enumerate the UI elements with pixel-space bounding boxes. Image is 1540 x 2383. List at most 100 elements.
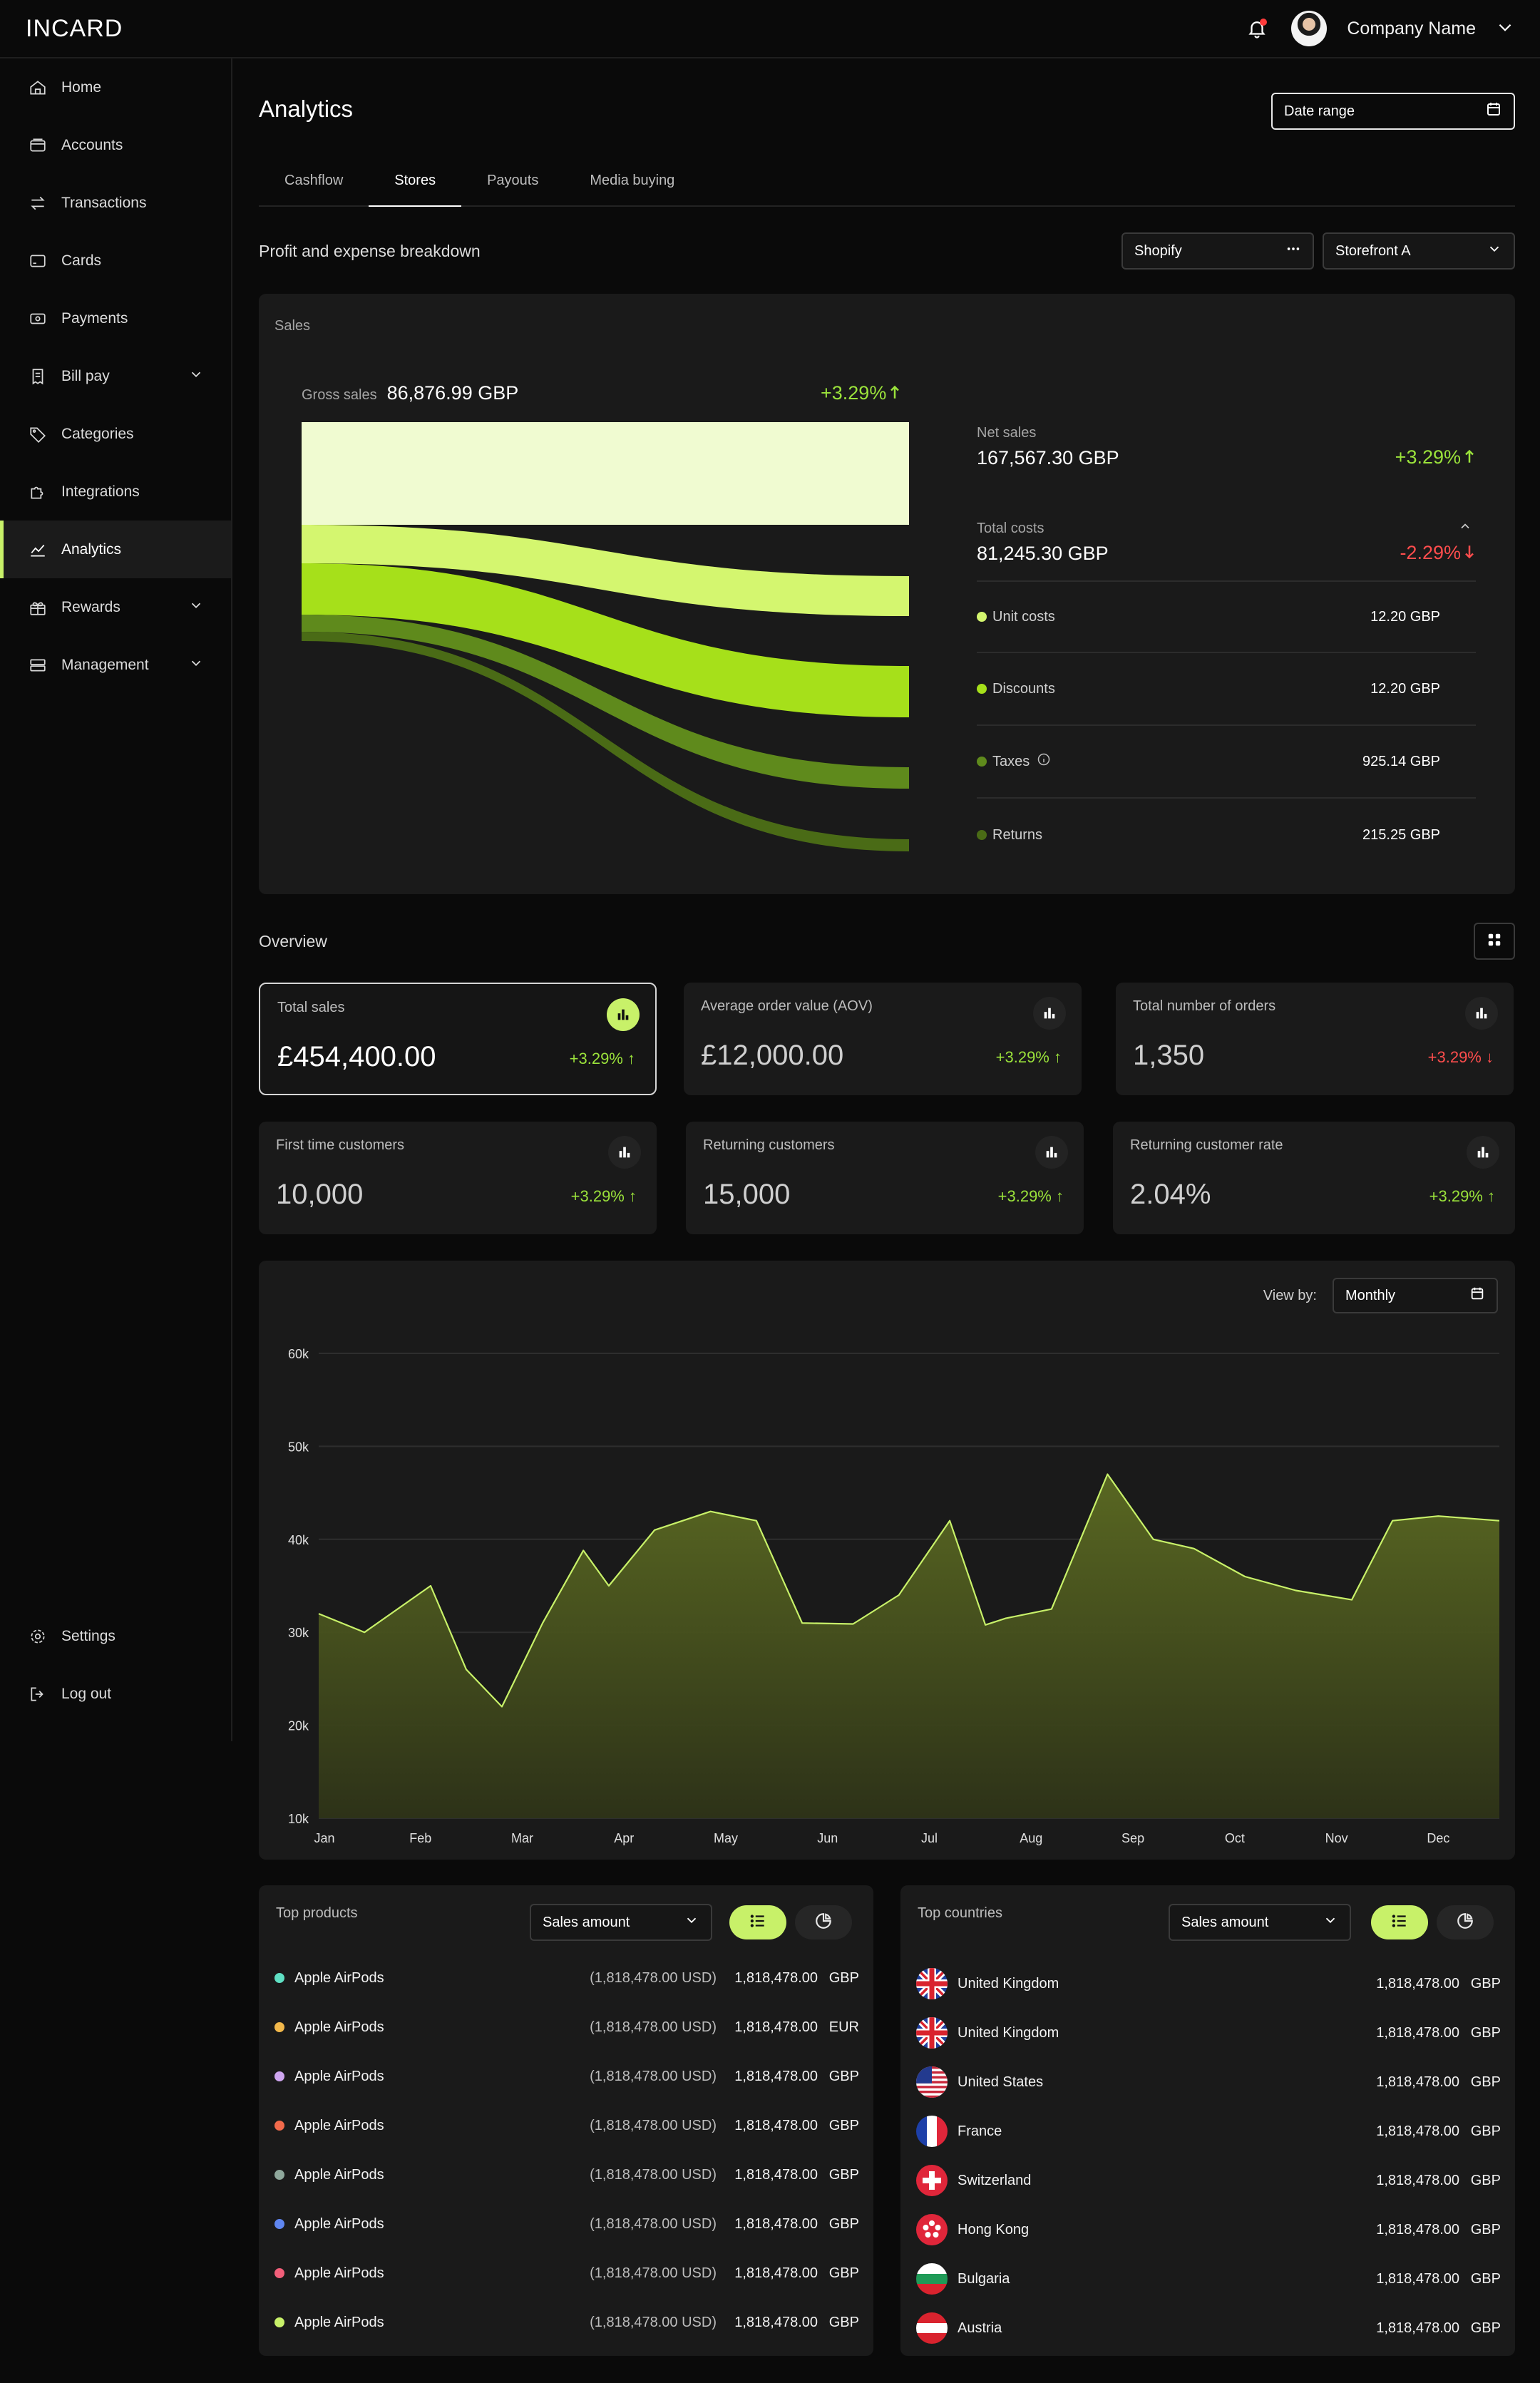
company-name[interactable]: Company Name xyxy=(1347,19,1476,39)
sidebar-item-label: Rewards xyxy=(61,598,120,615)
bar-chart-icon[interactable] xyxy=(1465,997,1498,1030)
chevron-down-icon[interactable] xyxy=(188,655,204,675)
country-row[interactable]: Hong Kong 1,818,478.00 GBP xyxy=(916,2213,1501,2247)
country-row[interactable]: United States 1,818,478.00 GBP xyxy=(916,2065,1501,2099)
sidebar-item-home[interactable]: Home xyxy=(0,58,231,116)
page-title: Analytics xyxy=(259,96,354,122)
product-row[interactable]: Apple AirPods (1,818,478.00 USD) 1,818,478… xyxy=(274,2062,859,2091)
country-row[interactable]: France 1,818,478.00 GBP xyxy=(916,2114,1501,2148)
chevron-down-icon[interactable] xyxy=(188,598,204,617)
top-countries-metric-select[interactable]: Sales amount xyxy=(1169,1904,1351,1941)
sidebar-item-analytics[interactable]: Analytics xyxy=(0,521,231,578)
kpi-change: +3.29% ↑ xyxy=(571,1187,637,1206)
sidebar-item-cards[interactable]: Cards xyxy=(0,232,231,289)
metric-select-value: Sales amount xyxy=(543,1914,630,1930)
uk-flag-icon xyxy=(916,2017,948,2049)
kpi-returning-customers[interactable]: Returning customers 15,000 +3.29% ↑ xyxy=(686,1122,1084,1234)
product-currency: GBP xyxy=(828,2068,859,2084)
product-amount: 1,818,478.00 xyxy=(734,2117,818,2133)
grid-view-button[interactable] xyxy=(1474,923,1515,960)
kpi-value: £454,400.00 xyxy=(277,1041,436,1072)
product-name: Apple AirPods xyxy=(294,2166,384,2183)
sidebar-item-label: Integrations xyxy=(61,483,140,500)
bar-chart-icon[interactable] xyxy=(608,1136,641,1169)
kpi-total-orders[interactable]: Total number of orders 1,350 +3.29% ↓ xyxy=(1116,983,1514,1095)
country-currency: GBP xyxy=(1470,1975,1501,1992)
cost-row-discounts: Discounts 12.20 GBP xyxy=(977,653,1476,726)
total-costs-label: Total costs xyxy=(977,521,1044,536)
date-range-label: Date range xyxy=(1284,103,1355,119)
top-products-metric-select[interactable]: Sales amount xyxy=(530,1904,712,1941)
x-tick-label: Mar xyxy=(511,1831,533,1845)
notification-bell-icon[interactable] xyxy=(1243,14,1271,43)
kpi-label: Average order value (AOV) xyxy=(701,998,873,1014)
country-row[interactable]: Austria 1,818,478.00 GBP xyxy=(916,2311,1501,2345)
arrow-up-icon: ↑ xyxy=(629,1187,637,1205)
pie-view-toggle[interactable] xyxy=(795,1905,852,1939)
kpi-returning-customer-rate[interactable]: Returning customer rate 2.04% +3.29% ↑ xyxy=(1113,1122,1515,1234)
tab-cashflow[interactable]: Cashflow xyxy=(259,165,369,207)
sidebar-item-transactions[interactable]: Transactions xyxy=(0,174,231,232)
sidebar-item-settings[interactable]: Settings xyxy=(0,1607,231,1665)
kpi-first-time-customers[interactable]: First time customers 10,000 +3.29% ↑ xyxy=(259,1122,657,1234)
arrow-up-icon xyxy=(889,382,900,404)
analytics-icon xyxy=(27,539,48,560)
bill-icon xyxy=(27,366,48,387)
product-row[interactable]: Apple AirPods (1,818,478.00 USD) 1,818,478… xyxy=(274,2013,859,2041)
date-range-button[interactable]: Date range xyxy=(1271,93,1515,130)
kpi-total-sales[interactable]: Total sales £454,400.00 +3.29% ↑ xyxy=(259,983,657,1095)
info-icon[interactable] xyxy=(1037,752,1051,771)
product-row[interactable]: Apple AirPods (1,818,478.00 USD) 1,818,478… xyxy=(274,2308,859,2337)
collapse-chevron-up-icon[interactable] xyxy=(1458,519,1472,537)
tab-payouts[interactable]: Payouts xyxy=(461,165,564,207)
kpi-average-order-value[interactable]: Average order value (AOV) £12,000.00 +3.… xyxy=(684,983,1082,1095)
product-usd-value: (1,818,478.00 USD) xyxy=(590,2117,717,2133)
list-view-toggle[interactable] xyxy=(729,1905,786,1939)
avatar[interactable] xyxy=(1291,11,1328,46)
sidebar-item-management[interactable]: Management xyxy=(0,636,231,694)
y-tick-label: 50k xyxy=(288,1440,309,1454)
bar-chart-icon[interactable] xyxy=(1035,1136,1068,1169)
bar-chart-icon[interactable] xyxy=(1467,1136,1499,1169)
sidebar-item-integrations[interactable]: Integrations xyxy=(0,463,231,521)
more-options-icon[interactable] xyxy=(1285,241,1301,261)
chevron-down-icon[interactable] xyxy=(188,367,204,386)
product-row[interactable]: Apple AirPods (1,818,478.00 USD) 1,818,478… xyxy=(274,1964,859,1992)
overview-title: Overview xyxy=(259,931,327,950)
country-row[interactable]: United Kingdom 1,818,478.00 GBP xyxy=(916,2016,1501,2050)
product-amount: 1,818,478.00 xyxy=(734,1969,818,1986)
payments-icon xyxy=(27,308,48,329)
account-chevron-down-icon[interactable] xyxy=(1496,18,1514,40)
sidebar-item-categories[interactable]: Categories xyxy=(0,405,231,463)
sidebar-item-bill-pay[interactable]: Bill pay xyxy=(0,347,231,405)
product-row[interactable]: Apple AirPods (1,818,478.00 USD) 1,818,478… xyxy=(274,2161,859,2189)
pie-view-toggle[interactable] xyxy=(1437,1905,1494,1939)
list-view-toggle[interactable] xyxy=(1371,1905,1428,1939)
tab-media-buying[interactable]: Media buying xyxy=(564,165,700,207)
calendar-icon xyxy=(1485,101,1502,122)
country-row[interactable]: Switzerland 1,818,478.00 GBP xyxy=(916,2163,1501,2198)
sidebar-item-rewards[interactable]: Rewards xyxy=(0,578,231,636)
product-usd-value: (1,818,478.00 USD) xyxy=(590,2068,717,2084)
platform-select[interactable]: Shopify xyxy=(1121,232,1314,270)
pie-chart-icon xyxy=(814,1912,833,1934)
country-row[interactable]: United Kingdom 1,818,478.00 GBP xyxy=(916,1967,1501,2001)
sidebar-item-logout[interactable]: Log out xyxy=(0,1665,231,1723)
sidebar-item-accounts[interactable]: Accounts xyxy=(0,116,231,174)
product-row[interactable]: Apple AirPods (1,818,478.00 USD) 1,818,478… xyxy=(274,2259,859,2287)
product-row[interactable]: Apple AirPods (1,818,478.00 USD) 1,818,478… xyxy=(274,2111,859,2140)
incard-logo[interactable]: INCARD xyxy=(26,15,123,43)
account-area: Company Name xyxy=(1243,11,1514,46)
sankey-net-sales-band[interactable] xyxy=(302,422,909,525)
tab-stores[interactable]: Stores xyxy=(369,165,462,207)
kpi-change-text: +3.29% xyxy=(997,1187,1052,1205)
product-name: Apple AirPods xyxy=(294,2019,384,2035)
store-select[interactable]: Storefront A xyxy=(1323,232,1515,270)
product-row[interactable]: Apple AirPods (1,818,478.00 USD) 1,818,478… xyxy=(274,2210,859,2238)
sidebar-item-payments[interactable]: Payments xyxy=(0,289,231,347)
bar-chart-icon[interactable] xyxy=(1033,997,1066,1030)
pie-chart-icon xyxy=(1456,1912,1474,1934)
country-row[interactable]: Bulgaria 1,818,478.00 GBP xyxy=(916,2262,1501,2296)
x-tick-label: Feb xyxy=(409,1831,431,1845)
bar-chart-icon[interactable] xyxy=(607,998,640,1031)
